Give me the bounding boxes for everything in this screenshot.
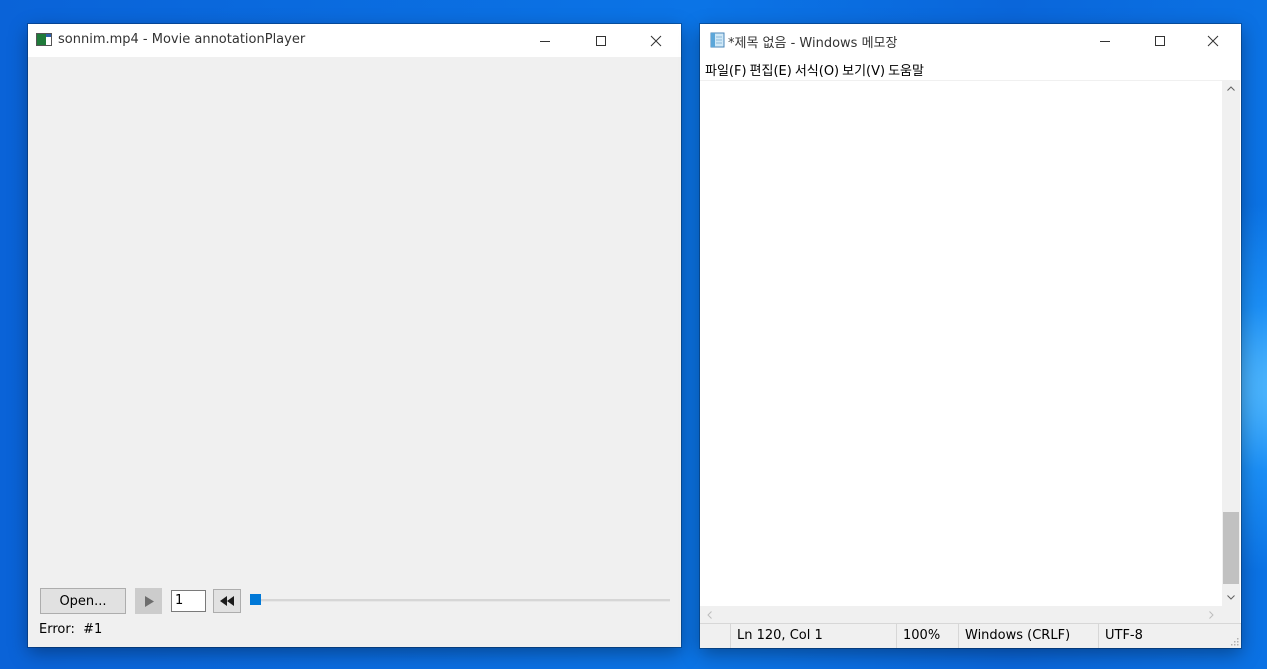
play-icon bbox=[144, 595, 154, 607]
close-icon bbox=[650, 35, 662, 46]
maximize-button[interactable] bbox=[578, 24, 624, 57]
status-cursor-position: Ln 120, Col 1 bbox=[730, 624, 896, 648]
minimize-button[interactable] bbox=[522, 24, 568, 57]
maximize-button[interactable] bbox=[1137, 24, 1183, 57]
scroll-down-button[interactable] bbox=[1222, 589, 1240, 606]
frame-number-input[interactable]: 1 bbox=[171, 590, 206, 612]
minimize-icon bbox=[1100, 40, 1110, 42]
menu-format[interactable]: 서식(O) bbox=[795, 57, 842, 79]
notepad-title: *제목 없음 - Windows 메모장 bbox=[728, 36, 898, 51]
status-line-ending: Windows (CRLF) bbox=[958, 624, 1098, 648]
chevron-up-icon bbox=[1227, 86, 1235, 91]
status-bar: Ln 120, Col 1 100% Windows (CRLF) UTF-8 bbox=[700, 623, 1241, 648]
maximize-icon bbox=[596, 35, 606, 46]
minimize-button[interactable] bbox=[1082, 24, 1128, 57]
close-button[interactable] bbox=[1190, 24, 1236, 57]
open-button[interactable]: Open... bbox=[40, 588, 126, 614]
menu-bar: 파일(F) 편집(E) 서식(O) 보기(V) 도움말 bbox=[700, 57, 1241, 79]
seek-slider-track[interactable] bbox=[254, 599, 670, 602]
scroll-up-button[interactable] bbox=[1222, 80, 1240, 97]
scroll-left-button[interactable] bbox=[701, 606, 718, 623]
player-window[interactable]: sonnim.mp4 - Movie annotationPlayer Open… bbox=[28, 24, 681, 647]
close-button[interactable] bbox=[633, 24, 679, 57]
play-button[interactable] bbox=[135, 588, 162, 614]
notepad-window[interactable]: *제목 없음 - Windows 메모장 파일(F) 편집(E) 서식(O) 보… bbox=[700, 24, 1241, 648]
rewind-icon bbox=[220, 596, 234, 606]
status-zoom-text: 100% bbox=[903, 628, 941, 643]
minimize-icon bbox=[540, 40, 550, 42]
status-zoom: 100% bbox=[896, 624, 958, 648]
menu-edit[interactable]: 편집(E) bbox=[750, 57, 795, 79]
maximize-icon bbox=[1155, 35, 1165, 46]
status-encoding-text: UTF-8 bbox=[1105, 628, 1143, 643]
resize-grip-icon[interactable] bbox=[1229, 636, 1239, 646]
player-title: sonnim.mp4 - Movie annotationPlayer bbox=[58, 32, 306, 47]
vertical-scroll-thumb[interactable] bbox=[1223, 512, 1239, 584]
menu-help[interactable]: 도움말 bbox=[888, 57, 927, 79]
notepad-title-bar[interactable]: *제목 없음 - Windows 메모장 bbox=[700, 24, 1241, 57]
status-cursor-position-text: Ln 120, Col 1 bbox=[737, 628, 823, 643]
horizontal-scrollbar[interactable] bbox=[700, 606, 1222, 623]
notepad-icon bbox=[708, 32, 726, 48]
close-icon bbox=[1207, 35, 1219, 46]
chevron-left-icon bbox=[707, 610, 712, 619]
status-line-ending-text: Windows (CRLF) bbox=[965, 628, 1071, 643]
player-title-bar[interactable]: sonnim.mp4 - Movie annotationPlayer bbox=[28, 24, 681, 57]
chevron-right-icon bbox=[1209, 610, 1214, 619]
error-label: Error: #1 bbox=[39, 622, 103, 637]
app-window-icon bbox=[36, 33, 52, 46]
menu-view[interactable]: 보기(V) bbox=[842, 57, 888, 79]
vertical-scrollbar[interactable] bbox=[1222, 80, 1240, 606]
player-client-area: Open... 1 Error: #1 bbox=[28, 57, 681, 647]
scrollbar-corner bbox=[1222, 606, 1240, 623]
rewind-button[interactable] bbox=[213, 589, 241, 613]
text-editor-area[interactable] bbox=[700, 80, 1222, 606]
seek-slider-thumb[interactable] bbox=[250, 594, 261, 605]
menu-file[interactable]: 파일(F) bbox=[705, 57, 750, 79]
scroll-right-button[interactable] bbox=[1203, 606, 1220, 623]
chevron-down-icon bbox=[1227, 595, 1235, 600]
status-encoding: UTF-8 bbox=[1098, 624, 1241, 648]
